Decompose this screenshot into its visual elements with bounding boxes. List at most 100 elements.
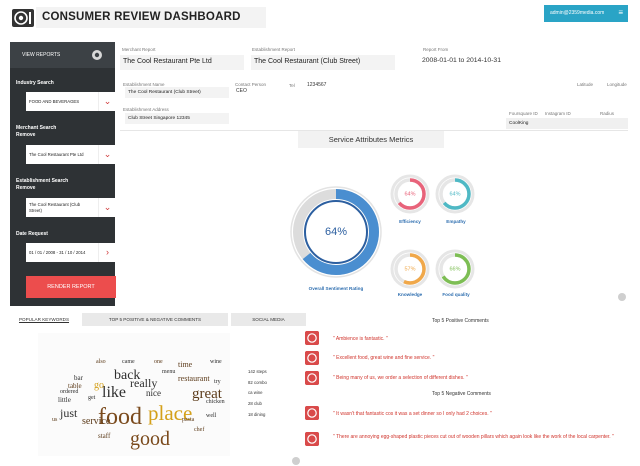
merchant-value: The Cool Restaurant Pte Ltd: [29, 152, 84, 157]
settings-icon[interactable]: [91, 49, 103, 61]
top-bar: CONSUMER REVIEW DASHBOARD admin@2359medi…: [0, 0, 640, 36]
word-cloud-word: service: [82, 416, 111, 427]
sidebar-header: VIEW REPORTS: [10, 42, 115, 68]
establishment-address-label: Establishment Address: [123, 107, 169, 112]
word-cloud-word: pasta: [182, 417, 195, 423]
word-cloud-word: staff: [98, 432, 111, 440]
merchant-search-label: Merchant Search: [16, 125, 57, 131]
word-cloud-word: restaurant: [178, 374, 210, 383]
word-cloud-word: try: [214, 379, 221, 385]
tab-top-comments[interactable]: TOP 5 POSITIVE & NEGATIVE COMMENTS: [82, 313, 228, 326]
negative-comment: " There are annoying egg-shaped plastic …: [333, 434, 614, 440]
scroll-left-icon[interactable]: [618, 293, 626, 301]
word-cloud-word: also: [96, 359, 106, 365]
establishment-value-line1: The Cool Restaurant (Club: [29, 202, 81, 207]
industry-search-label: Industry Search: [16, 80, 54, 86]
gauges-chart: 64% 64% 64% 57% 66%: [290, 174, 475, 289]
logo-icon: [12, 9, 34, 27]
word-cloud-word: nice: [146, 388, 161, 398]
establishment-report-value: The Cool Restaurant (Club Street): [251, 55, 395, 70]
industry-select[interactable]: FOOD AND BEVERAGES ⌄: [26, 92, 116, 111]
merchant-report-label: Merchant Report: [122, 47, 156, 52]
tel-value: 1234567: [307, 82, 327, 88]
comment-icon: [305, 406, 319, 420]
instagram-id-label: Instagram ID: [545, 111, 571, 116]
word-cloud-word: just: [60, 406, 78, 420]
foursquare-id-label: Foursquare ID: [509, 111, 538, 116]
word-cloud-word: well: [206, 413, 217, 419]
positive-comment: " Excellent food, great wine and fine se…: [333, 355, 435, 361]
radius-label: Radius: [600, 111, 615, 116]
comment-icon: [305, 371, 319, 385]
term-item: 18 dining: [248, 412, 266, 417]
term-item: ca wine: [248, 390, 263, 395]
report-from-value: 2008-01-01 to 2014-10-31: [422, 57, 501, 64]
view-reports-label: VIEW REPORTS: [22, 52, 61, 58]
report-from-label: Report From: [423, 47, 449, 52]
establishment-report-label: Establishment Report: [252, 47, 296, 52]
establishment-name-value: The Cool Restaurant (Club Street): [125, 87, 229, 98]
negative-comment: " It wasn't that fantastic cos it was a …: [333, 411, 492, 417]
render-report-button[interactable]: RENDER REPORT: [26, 276, 116, 298]
tab-bar: POPULAR KEYWORDS TOP 5 POSITIVE & NEGATI…: [10, 313, 306, 326]
word-cloud-word: us: [52, 417, 58, 423]
date-range-value: 01 / 01 / 2008 - 31 / 10 / 2014: [29, 250, 86, 255]
word-cloud-word: get: [88, 395, 96, 401]
establishment-select[interactable]: The Cool Restaurant (Club Street) ⌄: [26, 198, 116, 217]
scroll-down-icon[interactable]: [292, 457, 300, 465]
longitude-label: Longitude: [607, 82, 627, 87]
user-menu-button[interactable]: admin@2359media.com ≡: [544, 5, 628, 22]
term-item: 28 club: [248, 401, 262, 406]
word-cloud-word: chicken: [206, 399, 225, 405]
gauge-value: 64%: [449, 191, 460, 197]
chevron-down-icon[interactable]: ⌄: [98, 145, 116, 164]
merchant-select[interactable]: The Cool Restaurant Pte Ltd ⌄: [26, 145, 116, 164]
positive-comment: " Being many of us, we order a selection…: [333, 375, 468, 381]
industry-value: FOOD AND BEVERAGES: [29, 99, 80, 104]
chevron-down-icon[interactable]: ⌄: [98, 198, 116, 217]
gauge-value: 66%: [449, 266, 460, 272]
word-cloud-word: time: [178, 360, 193, 369]
contact-person-value: CEO: [236, 88, 247, 94]
service-attributes-title: Service Attributes Metrics: [298, 131, 444, 148]
hamburger-icon[interactable]: ≡: [618, 8, 623, 17]
gauge-value: 64%: [404, 191, 415, 197]
word-cloud-word: menu: [162, 369, 176, 375]
contact-person-label: Contact Person: [235, 82, 267, 87]
merchant-remove-label[interactable]: Remove: [16, 132, 35, 139]
tab-social-media[interactable]: SOCIAL MEDIA: [231, 313, 306, 326]
term-item: 82 combo: [248, 380, 267, 385]
overall-gauge-value: 64%: [325, 226, 347, 238]
word-cloud-word: ordered: [60, 389, 79, 395]
efficiency-label: Efficiency: [399, 219, 421, 224]
chevron-down-icon[interactable]: ⌄: [98, 92, 116, 111]
establishment-address-value: Club Street Singapore 12345: [125, 113, 229, 124]
foursquare-id-value: CoolKing: [506, 118, 628, 129]
positive-comments-header: Top 5 Positive Comments: [432, 318, 489, 324]
word-cloud-word: one: [154, 359, 163, 365]
date-range-input[interactable]: 01 / 01 / 2008 - 31 / 10 / 2014 ›: [26, 243, 116, 262]
comment-icon: [305, 432, 319, 446]
gauge-value: 57%: [404, 266, 415, 272]
word-cloud-word: bar: [74, 374, 83, 382]
term-item: 142 steps: [248, 369, 267, 374]
positive-comment: " Ambience is fantastic. ": [333, 336, 388, 342]
comment-icon: [305, 351, 319, 365]
knowledge-label: Knowledge: [397, 292, 423, 297]
establishment-remove-label[interactable]: Remove: [16, 185, 35, 192]
food-quality-label: Food quality: [442, 292, 470, 297]
tab-popular-keywords[interactable]: POPULAR KEYWORDS: [10, 313, 78, 326]
chevron-right-icon[interactable]: ›: [98, 243, 116, 262]
word-cloud-word: like: [102, 384, 126, 401]
overall-sentiment-label: Overall Sentiment Rating: [308, 286, 364, 291]
sidebar: VIEW REPORTS Industry Search FOOD AND BE…: [10, 42, 116, 306]
tel-label: Tel: [289, 83, 295, 88]
word-cloud-word: came: [122, 359, 135, 365]
empathy-label: Empathy: [446, 219, 466, 224]
negative-comments-header: Top 5 Negative Comments: [432, 391, 491, 397]
word-cloud-word: chef: [194, 427, 205, 433]
establishment-value-line2: Street): [29, 207, 42, 213]
word-cloud: food place good great back like service just rea…: [38, 333, 230, 456]
word-cloud-word: go: [94, 380, 104, 391]
comment-icon: [305, 331, 319, 345]
